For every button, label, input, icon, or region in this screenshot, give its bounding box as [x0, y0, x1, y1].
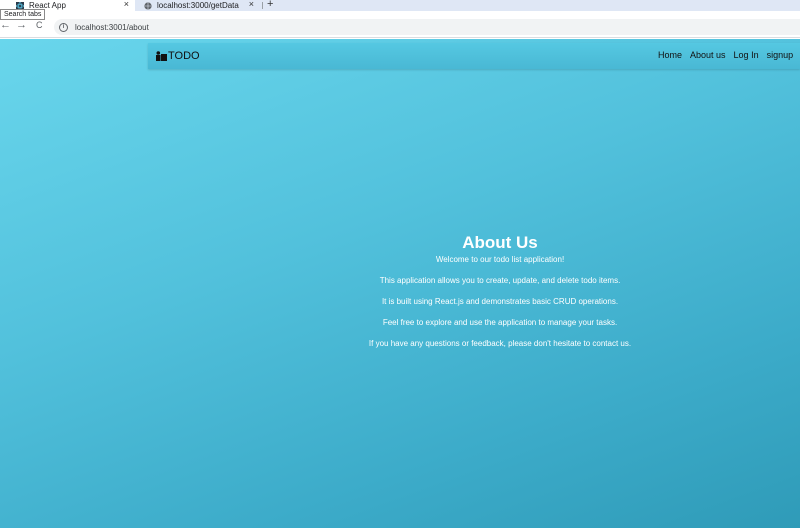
back-arrow-icon[interactable]: ←	[0, 19, 11, 31]
site-info-icon[interactable]: i	[59, 22, 68, 32]
about-paragraph: This application allows you to create, u…	[379, 276, 621, 285]
nav-link-home[interactable]: Home	[658, 50, 682, 60]
page-viewport: TODO Home About us Log In signup T About…	[0, 39, 800, 528]
about-paragraph: Feel free to explore and use the applica…	[382, 318, 618, 327]
brand-text: TODO	[168, 50, 200, 62]
tab-get-data[interactable]: localhost:3000/getData ×	[138, 0, 260, 11]
about-section: About Us Welcome to our todo list applic…	[0, 233, 800, 361]
tab-divider	[262, 2, 263, 9]
browser-toolbar: ← → C i localhost:3001/about	[0, 16, 800, 38]
tab-title: localhost:3000/getData	[157, 1, 239, 10]
about-paragraph: Welcome to our todo list application!	[435, 255, 565, 264]
about-paragraph: It is built using React.js and demonstra…	[381, 297, 619, 306]
nav-link-signup[interactable]: signup	[767, 50, 794, 60]
forward-arrow-icon[interactable]: →	[16, 19, 27, 31]
address-bar[interactable]: i localhost:3001/about	[54, 19, 800, 35]
reload-icon[interactable]: C	[36, 20, 43, 30]
page-title: About Us	[462, 233, 538, 252]
search-tabs-tooltip: Search tabs	[0, 9, 46, 20]
globe-icon	[144, 1, 152, 10]
url-text: localhost:3001/about	[75, 22, 149, 32]
brand-logo[interactable]: TODO	[156, 50, 200, 62]
nav-link-log-in[interactable]: Log In	[734, 50, 759, 60]
nav-link-about-us[interactable]: About us	[690, 50, 726, 60]
about-paragraph: If you have any questions or feedback, p…	[368, 339, 632, 348]
app-navbar: TODO Home About us Log In signup T	[148, 43, 800, 69]
close-tab-icon[interactable]: ×	[124, 0, 129, 9]
todo-logo-icon	[156, 51, 167, 61]
browser-tab-strip: React App × localhost:3000/getData × +	[0, 0, 800, 11]
close-tab-icon[interactable]: ×	[249, 0, 254, 9]
new-tab-button[interactable]: +	[267, 0, 273, 10]
nav-links: Home About us Log In signup T	[658, 50, 800, 60]
